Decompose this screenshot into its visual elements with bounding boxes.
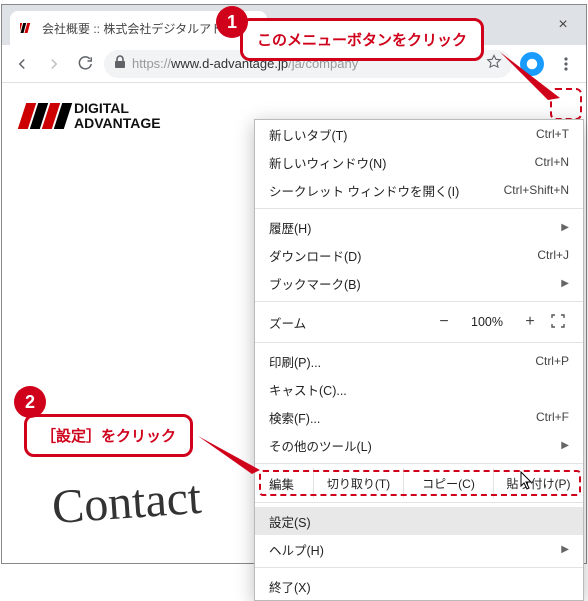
- zoom-in-button[interactable]: +: [517, 313, 543, 331]
- logo-line2: ADVANTAGE: [74, 116, 161, 131]
- chevron-right-icon: ▶: [561, 222, 569, 233]
- menu-zoom-row: ズーム − 100% +: [255, 306, 583, 338]
- chevron-right-icon: ▶: [561, 278, 569, 289]
- chevron-right-icon: ▶: [561, 544, 569, 555]
- menu-history[interactable]: 履歴(H)▶: [255, 213, 583, 241]
- callout-1-tail: [490, 50, 580, 110]
- arrow-right-icon: [45, 55, 63, 73]
- window-close-button[interactable]: ×: [540, 5, 586, 45]
- edit-label: 編集: [269, 474, 313, 493]
- chevron-right-icon: ▶: [561, 440, 569, 451]
- copy-button[interactable]: コピー(C): [403, 468, 493, 498]
- zoom-label: ズーム: [269, 313, 306, 332]
- fullscreen-button[interactable]: [551, 314, 569, 331]
- callout-number-1: 1: [216, 6, 248, 38]
- contact-script-text: Contact: [50, 470, 203, 535]
- logo-bars-icon: [22, 103, 68, 129]
- menu-settings[interactable]: 設定(S): [255, 507, 583, 535]
- zoom-value: 100%: [465, 315, 509, 329]
- menu-find[interactable]: 検索(F)...Ctrl+F: [255, 403, 583, 431]
- cut-button[interactable]: 切り取り(T): [313, 468, 403, 498]
- menu-more-tools[interactable]: その他のツール(L)▶: [255, 431, 583, 459]
- arrow-left-icon: [13, 55, 31, 73]
- favicon-icon: [20, 20, 36, 36]
- tab-title: 会社概要 :: 株式会社デジタルアドバ: [42, 20, 235, 37]
- zoom-out-button[interactable]: −: [431, 313, 457, 331]
- forward-button[interactable]: [40, 50, 68, 78]
- menu-downloads[interactable]: ダウンロード(D)Ctrl+J: [255, 241, 583, 269]
- menu-exit[interactable]: 終了(X): [255, 572, 583, 600]
- chrome-menu-dropdown: 新しいタブ(T)Ctrl+T 新しいウィンドウ(N)Ctrl+N シークレット …: [254, 119, 584, 601]
- menu-new-window[interactable]: 新しいウィンドウ(N)Ctrl+N: [255, 148, 583, 176]
- menu-help[interactable]: ヘルプ(H)▶: [255, 535, 583, 563]
- reload-button[interactable]: [72, 50, 100, 78]
- cursor-icon: [520, 471, 536, 491]
- paste-button[interactable]: 貼り付け(P): [493, 468, 583, 498]
- callout-2: ［設定］をクリック: [24, 414, 193, 457]
- menu-print[interactable]: 印刷(P)...Ctrl+P: [255, 347, 583, 375]
- menu-bookmarks[interactable]: ブックマーク(B)▶: [255, 269, 583, 297]
- logo-line1: DIGITAL: [74, 101, 161, 116]
- menu-cast[interactable]: キャスト(C)...: [255, 375, 583, 403]
- menu-new-tab[interactable]: 新しいタブ(T)Ctrl+T: [255, 120, 583, 148]
- reload-icon: [77, 55, 95, 73]
- lock-icon: [114, 55, 126, 72]
- callout-2-tail: [194, 430, 274, 480]
- menu-incognito[interactable]: シークレット ウィンドウを開く(I)Ctrl+Shift+N: [255, 176, 583, 204]
- callout-1: このメニューボタンをクリック: [240, 18, 484, 61]
- callout-number-2: 2: [14, 386, 46, 418]
- back-button[interactable]: [8, 50, 36, 78]
